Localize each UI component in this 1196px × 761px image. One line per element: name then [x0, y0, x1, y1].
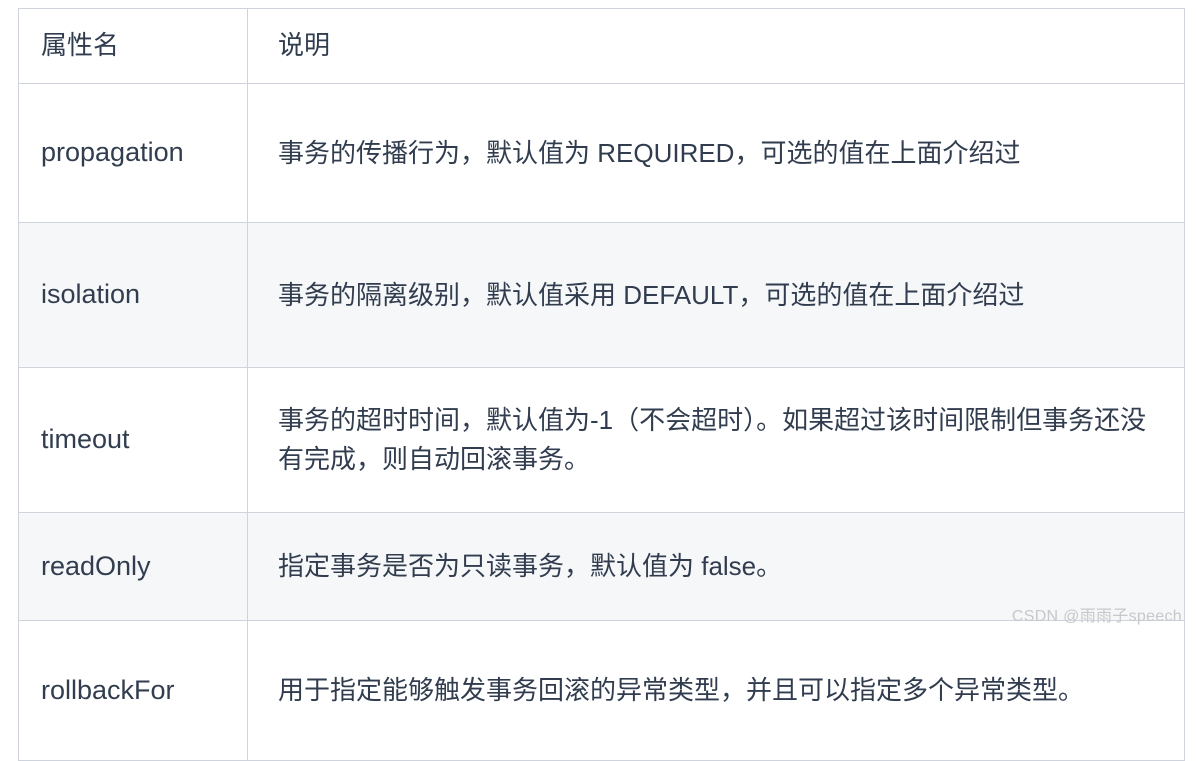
column-header-attribute-name: 属性名: [18, 8, 248, 84]
cell-attribute-name: timeout: [18, 367, 248, 513]
table-body: propagation 事务的传播行为，默认值为 REQUIRED，可选的值在上…: [18, 83, 1185, 761]
attributes-table-container: 属性名 说明 propagation 事务的传播行为，默认值为 REQUIRED…: [18, 8, 1185, 761]
table-header: 属性名 说明: [18, 8, 1185, 84]
cell-attribute-name: isolation: [18, 222, 248, 368]
cell-description: 用于指定能够触发事务回滚的异常类型，并且可以指定多个异常类型。: [247, 620, 1185, 761]
transaction-attributes-table: 属性名 说明 propagation 事务的传播行为，默认值为 REQUIRED…: [18, 8, 1185, 761]
cell-description: 事务的超时时间，默认值为-1（不会超时）。如果超过该时间限制但事务还没有完成，则…: [247, 367, 1185, 513]
cell-description: 指定事务是否为只读事务，默认值为 false。: [247, 512, 1185, 621]
column-header-description: 说明: [247, 8, 1185, 84]
cell-description: 事务的隔离级别，默认值采用 DEFAULT，可选的值在上面介绍过: [247, 222, 1185, 368]
cell-attribute-name: readOnly: [18, 512, 248, 621]
cell-attribute-name: propagation: [18, 83, 248, 223]
table-row: readOnly 指定事务是否为只读事务，默认值为 false。: [18, 512, 1185, 621]
table-row: timeout 事务的超时时间，默认值为-1（不会超时）。如果超过该时间限制但事…: [18, 367, 1185, 513]
table-row: isolation 事务的隔离级别，默认值采用 DEFAULT，可选的值在上面介…: [18, 222, 1185, 368]
table-header-row: 属性名 说明: [18, 8, 1185, 84]
cell-description: 事务的传播行为，默认值为 REQUIRED，可选的值在上面介绍过: [247, 83, 1185, 223]
table-row: propagation 事务的传播行为，默认值为 REQUIRED，可选的值在上…: [18, 83, 1185, 223]
table-row: rollbackFor 用于指定能够触发事务回滚的异常类型，并且可以指定多个异常…: [18, 620, 1185, 761]
cell-attribute-name: rollbackFor: [18, 620, 248, 761]
